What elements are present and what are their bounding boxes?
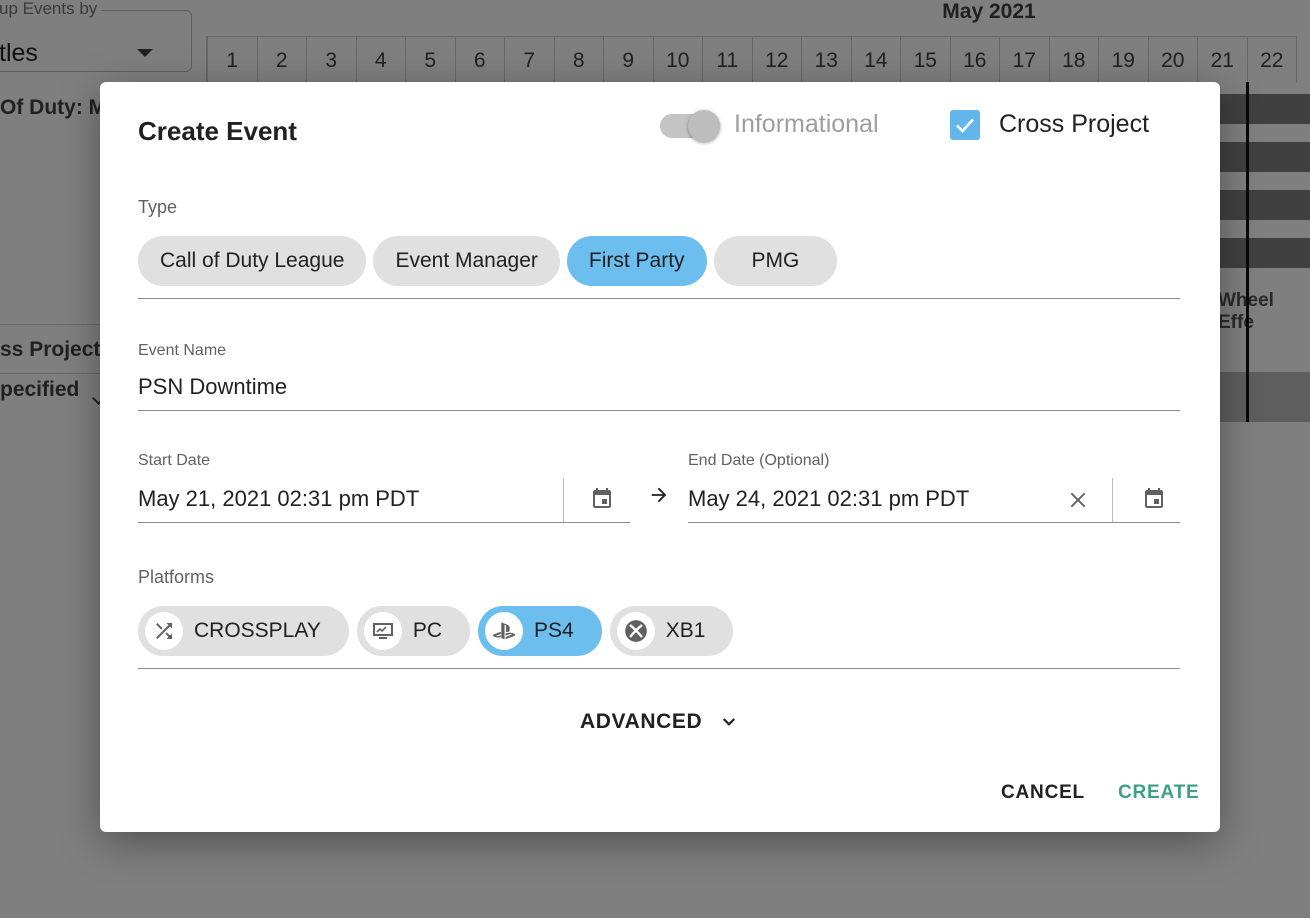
arrow-right-icon	[646, 482, 672, 508]
platform-chip-label: PS4	[534, 619, 574, 642]
platform-chip-crossplay[interactable]: CROSSPLAY	[138, 606, 349, 656]
type-chip-pmg[interactable]: PMG	[713, 236, 838, 286]
cancel-button[interactable]: CANCEL	[1001, 782, 1085, 804]
platform-chip-xb1[interactable]: XB1	[609, 606, 734, 656]
event-name-input[interactable]: PSN Downtime	[138, 374, 1180, 410]
start-date-label: Start Date	[138, 452, 211, 469]
create-event-dialog: Create Event Informational Cross Project…	[100, 82, 1220, 832]
platform-chip-ps4[interactable]: PS4	[478, 606, 602, 656]
start-date-calendar-button[interactable]	[586, 482, 618, 514]
platform-chip-label: CROSSPLAY	[194, 619, 321, 642]
type-chip-call-of-duty-league[interactable]: Call of Duty League	[138, 236, 367, 286]
cross-project-label: Cross Project	[999, 110, 1150, 138]
platform-chip-label: PC	[412, 619, 443, 642]
type-label: Type	[138, 197, 178, 217]
start-date-separator	[563, 478, 564, 522]
toggle-thumb	[688, 110, 720, 142]
platforms-divider	[138, 668, 1180, 669]
end-date-underline	[688, 522, 1180, 523]
check-icon	[956, 118, 974, 133]
informational-toggle[interactable]	[660, 110, 720, 142]
dialog-title: Create Event	[138, 116, 297, 146]
cross-project-checkbox[interactable]	[950, 110, 980, 140]
calendar-icon	[1145, 488, 1163, 508]
type-chip-event-manager[interactable]: Event Manager	[373, 236, 560, 286]
event-name-label: Event Name	[138, 342, 227, 359]
platforms-label: Platforms	[138, 567, 215, 587]
monitor-icon	[363, 612, 402, 650]
calendar-icon	[593, 488, 611, 508]
advanced-toggle-button[interactable]: ADVANCED	[580, 710, 738, 734]
event-name-underline	[138, 410, 1180, 411]
type-divider	[138, 298, 1180, 299]
type-chip-first-party[interactable]: First Party	[566, 236, 707, 286]
start-date-input[interactable]: May 21, 2021 02:31 pm PDT	[138, 486, 558, 520]
informational-label: Informational	[734, 110, 879, 138]
advanced-label: ADVANCED	[580, 710, 703, 733]
platform-chip-group: CROSSPLAY PC PS4 XB1	[138, 606, 734, 656]
close-icon	[1070, 492, 1086, 508]
platform-chip-label: XB1	[665, 619, 706, 642]
xbox-icon	[616, 612, 655, 650]
end-date-calendar-button[interactable]	[1138, 482, 1170, 514]
type-chip-group: Call of Duty League Event Manager First …	[138, 236, 838, 286]
end-date-input[interactable]: May 24, 2021 02:31 pm PDT	[688, 486, 1048, 520]
chevron-down-icon	[723, 718, 736, 726]
clear-end-date-button[interactable]	[1064, 486, 1092, 514]
start-date-underline	[138, 522, 630, 523]
end-date-separator	[1112, 478, 1113, 522]
create-button[interactable]: CREATE	[1118, 782, 1200, 804]
shuffle-icon	[145, 612, 183, 650]
platform-chip-pc[interactable]: PC	[356, 606, 471, 656]
end-date-label: End Date (Optional)	[688, 452, 830, 469]
playstation-icon	[485, 612, 524, 650]
